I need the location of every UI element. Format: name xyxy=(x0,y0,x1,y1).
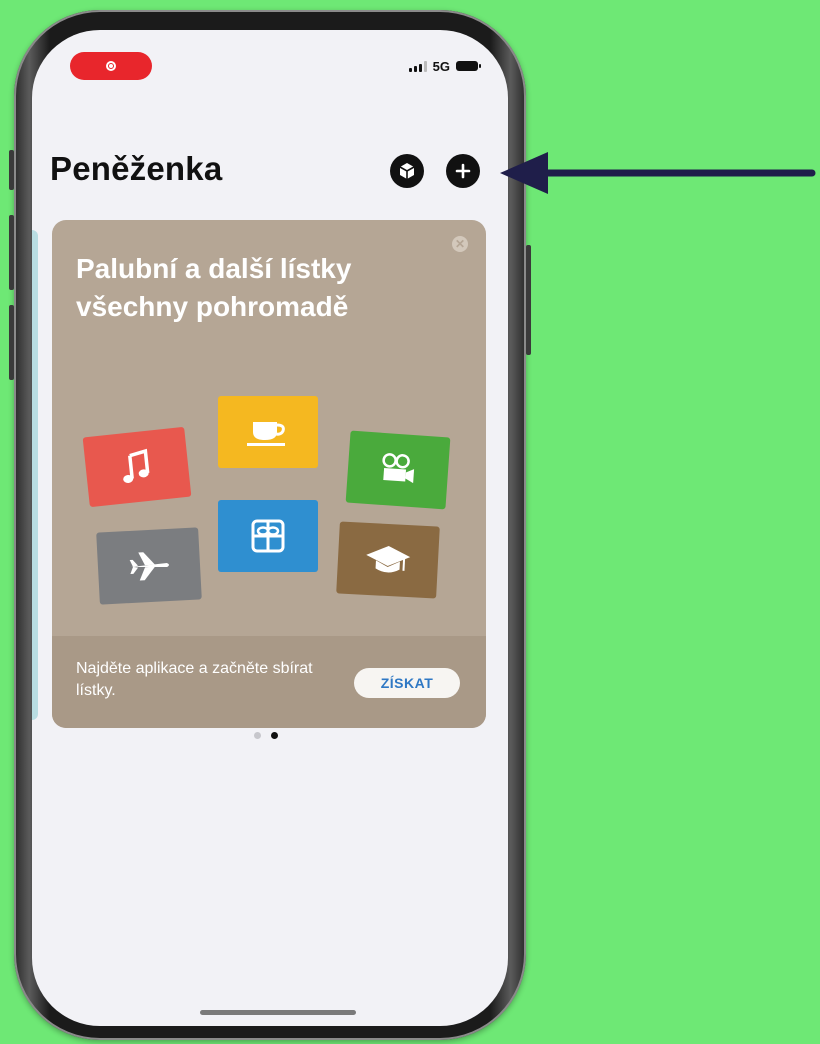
promo-card-footer: Najděte aplikace a začněte sbírat lístky… xyxy=(52,636,486,728)
music-note-icon xyxy=(123,448,150,483)
add-pass-button[interactable] xyxy=(446,154,480,188)
home-indicator[interactable] xyxy=(200,1010,356,1015)
promo-card[interactable]: Palubní a další lístky všechny pohromadě… xyxy=(52,220,486,728)
plus-icon xyxy=(455,163,471,179)
movie-camera-icon xyxy=(382,453,415,484)
education-ticket xyxy=(336,521,440,599)
screen-recording-icon[interactable] xyxy=(70,52,152,80)
page-dot-active xyxy=(271,732,278,739)
volume-down-button xyxy=(9,305,14,380)
graduation-cap-icon xyxy=(366,546,411,573)
get-button[interactable]: ZÍSKAT xyxy=(354,668,460,698)
previous-card-edge xyxy=(32,230,38,720)
power-button xyxy=(526,245,531,355)
cube-icon[interactable] xyxy=(390,154,424,188)
promo-footer-text: Najděte aplikace a začněte sbírat lístky… xyxy=(76,660,313,699)
movie-ticket xyxy=(345,430,451,510)
gift-ticket xyxy=(218,500,318,572)
page-title: Peněženka xyxy=(50,150,223,187)
coffee-cup-icon xyxy=(247,422,285,446)
airplane-icon xyxy=(129,552,169,581)
network-type: 5G xyxy=(432,58,450,74)
volume-up-button xyxy=(9,215,14,290)
page-dot xyxy=(254,732,261,739)
page-indicator[interactable] xyxy=(254,732,278,739)
silent-switch xyxy=(9,150,14,190)
close-icon[interactable]: ✕ xyxy=(452,236,468,252)
gift-icon xyxy=(251,519,285,553)
cellular-signal-icon xyxy=(408,60,427,72)
music-ticket xyxy=(82,426,192,508)
ticket-illustration xyxy=(52,390,486,630)
phone-screen: 5G Peněženka Palubní a další lístky všec… xyxy=(32,30,508,1026)
flight-ticket xyxy=(96,527,202,605)
coffee-ticket xyxy=(218,396,318,468)
promo-card-title: Palubní a další lístky všechny pohromadě xyxy=(76,253,352,322)
status-indicators: 5G xyxy=(408,58,481,74)
battery-icon xyxy=(456,61,481,71)
